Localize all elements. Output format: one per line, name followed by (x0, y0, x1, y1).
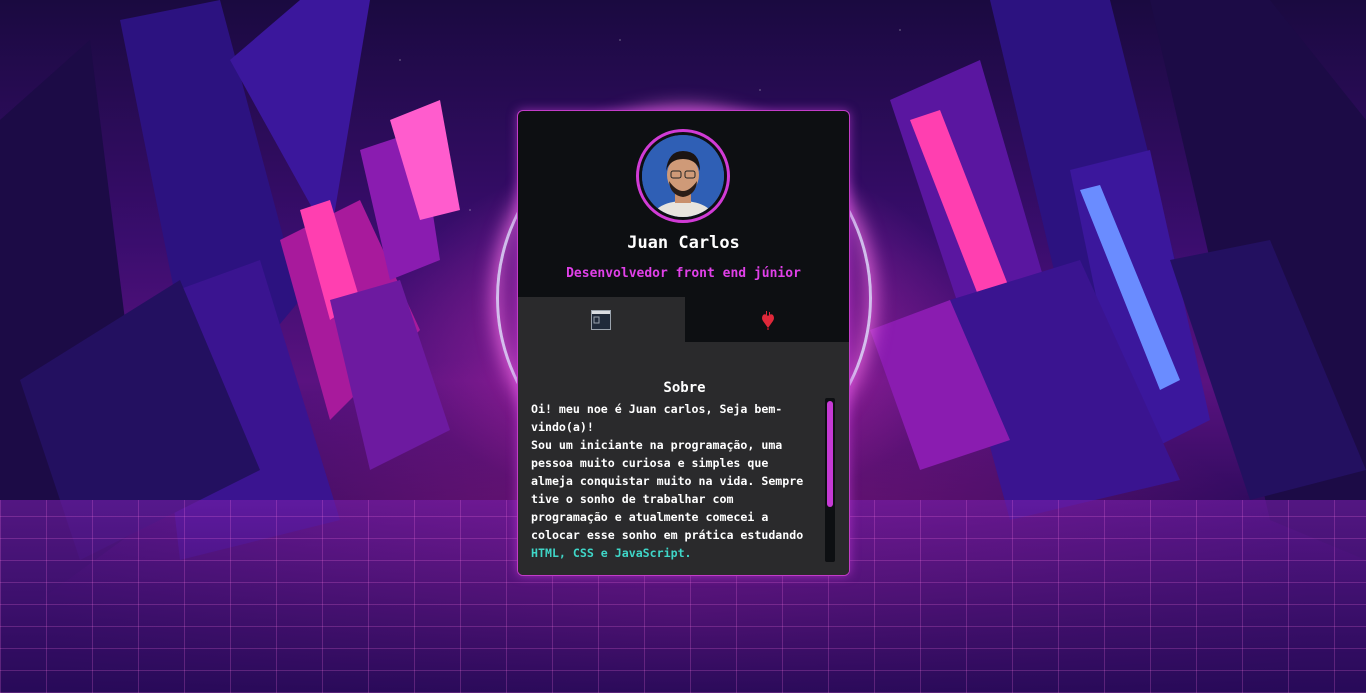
about-title: Sobre (663, 380, 706, 396)
about-panel: Sobre Oi! meu noe é Juan carlos, Seja be… (518, 342, 849, 575)
about-tech-highlight: HTML, CSS e JavaScript. (531, 546, 692, 560)
about-body: Sou um iniciante na programação, uma pes… (531, 438, 804, 542)
avatar-photo (642, 135, 724, 217)
scrollbar-thumb[interactable] (827, 401, 833, 507)
heart-icon (761, 310, 774, 330)
profile-role: Desenvolvedor front end júnior (566, 266, 801, 281)
profile-card: Juan Carlos Desenvolvedor front end júni… (517, 110, 850, 576)
scrollbar[interactable] (825, 398, 835, 562)
profile-name: Juan Carlos (627, 233, 740, 253)
avatar (642, 135, 724, 217)
window-icon (591, 309, 612, 330)
about-text: Oi! meu noe é Juan carlos, Seja bem-vind… (531, 400, 813, 562)
tab-bar (518, 297, 849, 342)
avatar-frame (636, 129, 730, 223)
about-greeting: Oi! meu noe é Juan carlos, Seja bem-vind… (531, 402, 783, 434)
tab-about[interactable] (518, 297, 685, 342)
tab-interests[interactable] (684, 297, 849, 342)
